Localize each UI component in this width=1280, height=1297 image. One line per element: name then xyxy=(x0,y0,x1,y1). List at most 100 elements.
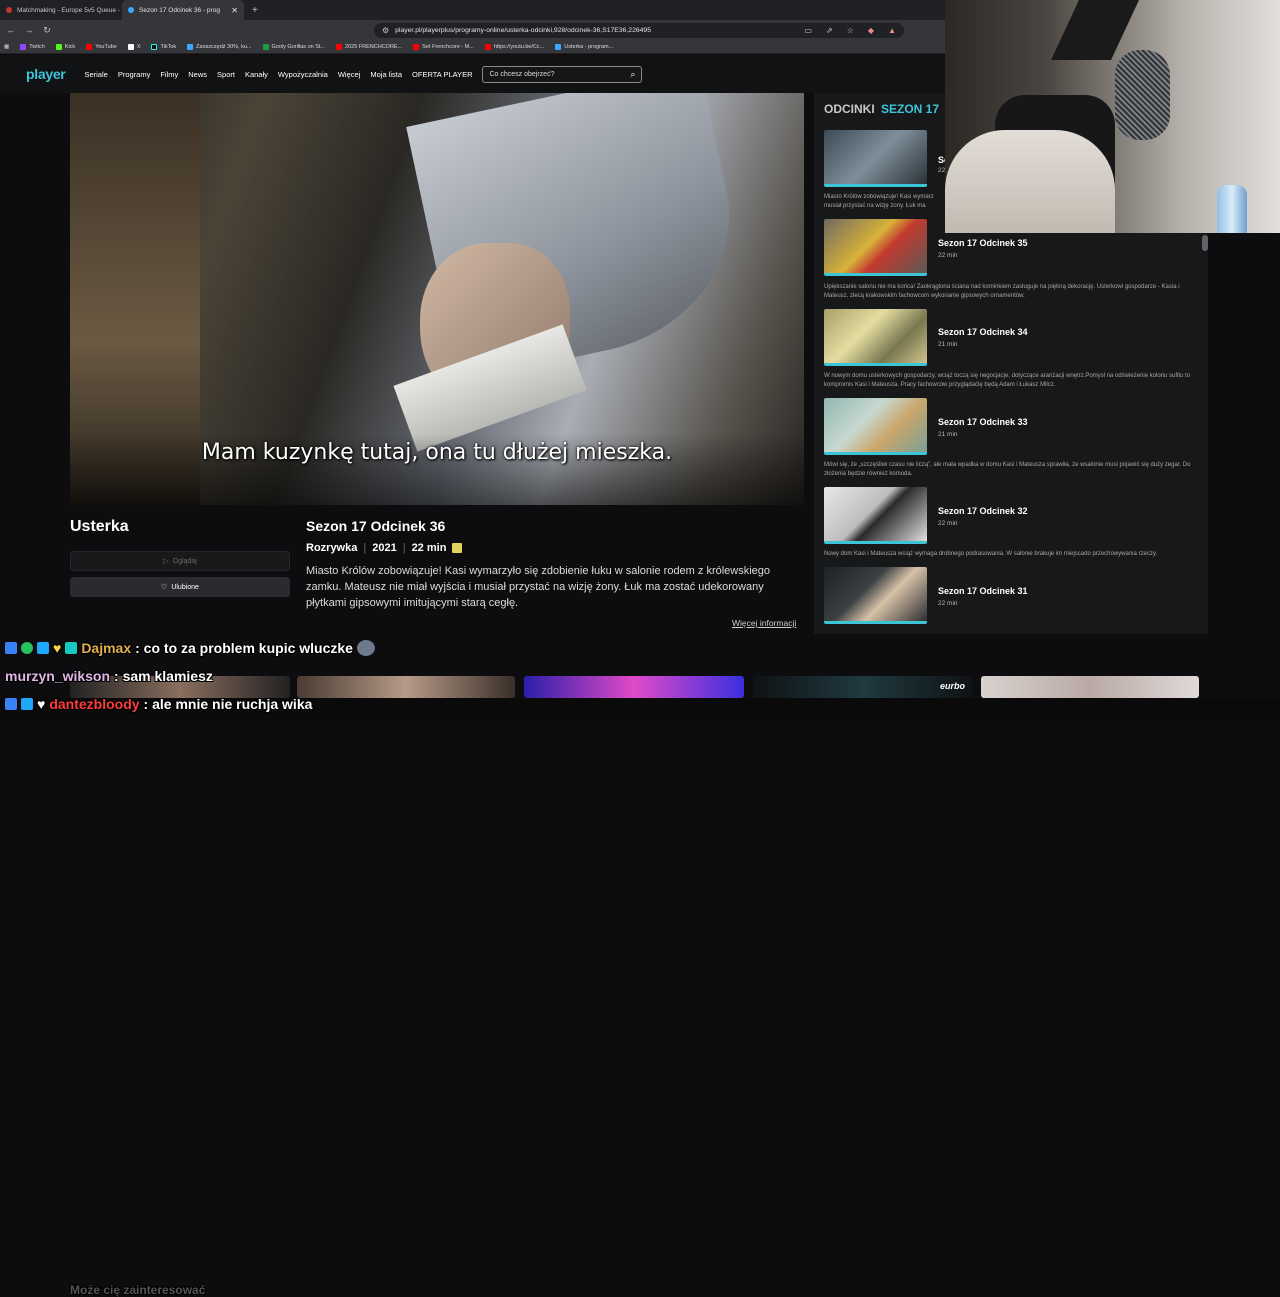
bookmark-youtube[interactable]: YouTube xyxy=(86,43,117,50)
browser-tab-matchmaking[interactable]: Matchmaking - Europe 5v5 Queue - xyxy=(0,0,122,20)
alert-icon[interactable]: ▲ xyxy=(888,26,896,35)
episode-genre: Rozrywka xyxy=(306,542,358,554)
nav-oferta-player[interactable]: OFERTA PLAYER xyxy=(412,70,472,79)
address-bar[interactable]: ⚙ player.pl/playerplus/programy-online/u… xyxy=(374,22,904,38)
favorite-label: Ulubione xyxy=(171,583,199,591)
bookmark-label: https://youtu.be/Cc... xyxy=(493,43,545,50)
chat-username[interactable]: Dajmax xyxy=(81,640,131,656)
episode-item-length: 22 min xyxy=(938,520,958,527)
episode-item-title[interactable]: Sezon 17 Odcinek 35 xyxy=(938,238,1028,248)
recommendation-card[interactable]: eurbo xyxy=(753,676,973,698)
episode-item-title[interactable]: Sezon 17 Odcinek 34 xyxy=(938,327,1028,337)
episode-item-length: 22 min xyxy=(938,600,958,607)
forward-icon[interactable]: → xyxy=(22,25,36,35)
episode-thumbnail[interactable] xyxy=(824,487,927,544)
heart-icon: ♥ xyxy=(53,640,62,656)
cube-icon xyxy=(37,642,49,654)
episode-item-length: 22 min xyxy=(938,252,958,259)
episode-thumbnail[interactable] xyxy=(824,309,927,366)
apps-grid-icon[interactable]: ▦ xyxy=(4,44,9,50)
nav-wiecej[interactable]: Więcej xyxy=(338,70,361,79)
browser-tab-usterka[interactable]: Sezon 17 Odcinek 36 - prog ✕ xyxy=(122,0,244,20)
nav-sport[interactable]: Sport xyxy=(217,70,235,79)
episode-year: 2021 xyxy=(372,542,397,554)
video-player[interactable]: Mam kuzynkę tutaj, ona tu dłużej mieszka… xyxy=(70,93,804,505)
episode-thumbnail[interactable] xyxy=(824,130,927,187)
bookmark-set-frenchcore[interactable]: Set Frenchcore - M... xyxy=(413,43,474,50)
cast-icon[interactable]: ▭ xyxy=(804,26,812,35)
webcam-mic-arm xyxy=(1051,0,1139,60)
show-title: Usterka xyxy=(70,518,129,535)
url-text: player.pl/playerplus/programy-online/ust… xyxy=(395,26,651,34)
chat-text: : sam klamiesz xyxy=(114,668,213,684)
verified-icon xyxy=(21,642,33,654)
section-heading: Może cię zainteresować xyxy=(70,1283,206,1297)
search-icon[interactable]: ⌕ xyxy=(630,69,635,80)
nav-wypozyczalnia[interactable]: Wypożyczalnia xyxy=(278,70,328,79)
share-icon[interactable]: ⇗ xyxy=(826,26,833,35)
badge-icon xyxy=(5,698,17,710)
episode-item-summary: Mówi się, że „szczęśliwi czasu nie liczą… xyxy=(824,462,1191,477)
recommendation-card[interactable] xyxy=(981,676,1199,698)
age-rating-icon xyxy=(452,543,463,553)
bookmark-star-icon[interactable]: ☆ xyxy=(847,26,854,35)
bookmark-youtu-be[interactable]: https://youtu.be/Cc... xyxy=(484,43,545,50)
nav-kanaly[interactable]: Kanały xyxy=(245,70,268,79)
episodes-scrollbar[interactable] xyxy=(1202,235,1208,251)
bookmark-gooly[interactable]: Gooly Gorillas on St... xyxy=(262,43,325,50)
site-header: player Seriale Programy Filmy News Sport… xyxy=(0,55,945,93)
new-tab-button[interactable]: + xyxy=(244,5,258,16)
more-info-link[interactable]: Więcej informacji xyxy=(732,618,796,628)
bookmark-usterka[interactable]: Usterka - program... xyxy=(555,43,614,50)
watch-label: Oglądaj xyxy=(172,557,197,565)
episode-description: Miasto Królów zobowiązuje! Kasi wymarzył… xyxy=(306,565,771,609)
episode-thumbnail[interactable] xyxy=(824,219,927,276)
chat-message: ♥ Dajmax : co to za problem kupic wluczk… xyxy=(5,640,375,656)
favorite-button[interactable]: ♡ Ulubione xyxy=(70,577,290,597)
episode-thumbnail[interactable] xyxy=(824,398,927,455)
close-tab-icon[interactable]: ✕ xyxy=(231,6,238,15)
bookmark-kick[interactable]: Kick xyxy=(55,43,75,50)
bookmark-label: TikTok xyxy=(160,43,177,50)
extension-icon[interactable]: ◆ xyxy=(868,26,874,35)
nav-seriale[interactable]: Seriale xyxy=(84,70,107,79)
heart-icon: ♥ xyxy=(37,696,46,712)
site-info-icon[interactable]: ⚙ xyxy=(382,26,389,35)
episode-item-title[interactable]: Sezon 17 Odcinek 31 xyxy=(938,586,1028,596)
nav-news[interactable]: News xyxy=(188,70,207,79)
nav-filmy[interactable]: Filmy xyxy=(160,70,178,79)
tiktok-icon xyxy=(151,43,158,50)
chat-username[interactable]: dantezbloody xyxy=(49,696,139,712)
back-icon[interactable]: ← xyxy=(4,25,18,35)
watch-button[interactable]: ▷ Oglądaj xyxy=(70,551,290,571)
meta-separator: | xyxy=(402,542,406,554)
episode-item-title[interactable]: Sezon 17 Odcinek 33 xyxy=(938,417,1028,427)
bookmark-x[interactable]: X xyxy=(127,43,140,50)
webcam-microphone xyxy=(1115,50,1170,140)
bookmark-savings[interactable]: Zaoszczędź 30%, ku... xyxy=(187,43,252,50)
episode-meta: Rozrywka | 2021 | 22 min xyxy=(306,542,463,554)
tab-favicon-icon xyxy=(6,7,12,13)
season-selector[interactable]: SEZON 17 xyxy=(881,102,939,116)
check-icon xyxy=(187,43,194,50)
episode-item-length: 21 min xyxy=(938,431,958,438)
player-logo[interactable]: player xyxy=(26,66,66,82)
episode-item-summary: W nowym domu usterkowych gospodarzy, wci… xyxy=(824,373,1191,388)
nav-programy[interactable]: Programy xyxy=(118,70,151,79)
chat-username[interactable]: murzyn_wikson xyxy=(5,668,110,684)
channel-badge: eurbo xyxy=(939,681,965,691)
reload-icon[interactable]: ↻ xyxy=(40,25,54,36)
subscriber-icon xyxy=(65,642,78,654)
bookmark-tiktok[interactable]: TikTok xyxy=(151,43,177,50)
webcam-streamer xyxy=(945,130,1115,233)
badge-icon xyxy=(5,642,17,654)
bookmark-frenchcore-2025[interactable]: 2025 FRENCHCORE... xyxy=(336,43,402,50)
x-icon xyxy=(127,43,134,50)
bookmark-label: Usterka - program... xyxy=(564,43,614,50)
search-input[interactable]: Co chcesz obejrzeć? ⌕ xyxy=(482,65,643,83)
episode-thumbnail[interactable] xyxy=(824,567,927,624)
stream-chat-overlay: Może cię zainteresować ♥ Dajmax : co to … xyxy=(0,638,600,1297)
bookmark-twitch[interactable]: Twitch xyxy=(20,43,45,50)
nav-moja-lista[interactable]: Moja lista xyxy=(370,70,402,79)
episode-item-title[interactable]: Sezon 17 Odcinek 32 xyxy=(938,506,1028,516)
